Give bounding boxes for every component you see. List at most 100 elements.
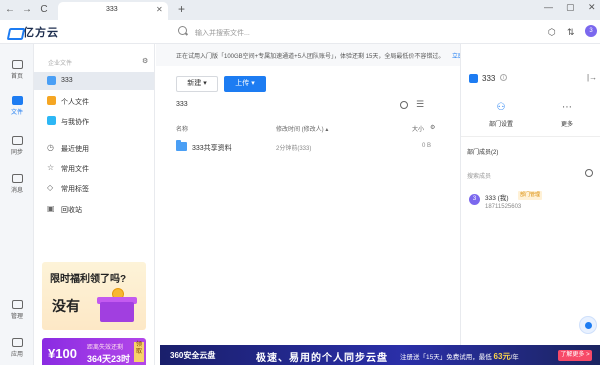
sidebar-section-title: 企业文件 (48, 61, 73, 67)
column-size[interactable]: 大小 (412, 124, 424, 133)
more-button[interactable]: ⋯ 更多 (547, 102, 587, 128)
avatar[interactable]: 3 (585, 25, 597, 37)
promo-banner[interactable]: 限时福利领了吗? 没有 (42, 262, 146, 330)
minimize-icon[interactable]: — (544, 2, 553, 12)
personal-folder-icon (47, 96, 56, 105)
org-settings-icon[interactable]: ⚙ (142, 57, 148, 65)
sidebar-item-recent[interactable]: ◷ 最近使用 (34, 139, 154, 157)
sidebar-item-shared[interactable]: 与我协作 (34, 112, 154, 130)
sidebar-item-333[interactable]: 333 (34, 72, 154, 90)
column-modified[interactable]: 修改时间 (修改人) ▴ (276, 124, 328, 133)
sidebar-item-personal[interactable]: 个人文件 (34, 92, 154, 110)
action-label: 部门设置 (488, 122, 513, 128)
promo-headline: 没有 (52, 298, 80, 314)
rail-item-sync[interactable]: 同步 (0, 136, 34, 156)
member-name: 333 (我) (485, 195, 509, 202)
app-logo[interactable]: 亿方云 (8, 25, 59, 39)
tab-title: 333 (106, 6, 118, 13)
ad-offer-text: 注册送「15天」免费试用，最低 (400, 354, 492, 361)
member-search-input[interactable]: 搜索成员 (467, 171, 491, 180)
rail-label: 应用 (10, 352, 23, 358)
coupon-expiry-label: 距离失效还剩 (87, 345, 124, 351)
people-icon: ⚇ (496, 102, 506, 113)
file-size: 0 B (422, 143, 432, 149)
new-button[interactable]: 新建 ▾ (176, 76, 218, 92)
app-header: 亿方云 输入并搜索文件... ⬡ ⇅ 3 (0, 20, 600, 44)
coupon-banner[interactable]: ¥100 距离失效还剩 364天23时 领取 (42, 338, 146, 365)
clock-icon: ◷ (47, 143, 54, 152)
ad-banner[interactable]: 360安全云盘 极速、易用的个人同步云盘 注册送「15天」免费试用，最低 63元… (160, 345, 600, 365)
rail-label: 同步 (10, 150, 23, 156)
sidebar-item-label: 常用标签 (61, 186, 89, 193)
ad-offer-unit: /年 (510, 354, 519, 361)
trash-icon: ▣ (47, 204, 55, 213)
logo-icon (8, 26, 20, 38)
team-icon (469, 74, 478, 83)
message-icon (11, 174, 23, 183)
action-label: 更多 (560, 122, 573, 128)
members-heading: 部门成员(2) (467, 150, 499, 156)
trial-notice: 正在试用入门版「100GB空间+专属加速通道+5人团队账号」，体验还剩 15天，… (156, 44, 481, 66)
apps-icon (11, 338, 23, 347)
search-icon (178, 26, 187, 35)
info-icon[interactable]: i (500, 74, 507, 81)
transfer-icon[interactable]: ⬡ (548, 27, 556, 38)
star-icon: ☆ (47, 163, 55, 172)
folder-icon (11, 96, 23, 105)
file-name[interactable]: 333共享资料 (192, 143, 232, 153)
file-modified: 2分钟前(333) (276, 146, 312, 152)
sort-icon[interactable]: ⇅ (567, 27, 575, 38)
rail-label: 文件 (10, 110, 23, 116)
detail-panel: 333 i |→ ⚇ 部门设置 ⋯ 更多 部门成员(2) 搜索成员 3 333 … (460, 44, 600, 365)
dept-settings-button[interactable]: ⚇ 部门设置 (481, 102, 521, 128)
shared-folder-icon (47, 116, 56, 125)
collapse-panel-icon[interactable]: |→ (587, 73, 597, 82)
close-window-icon[interactable]: ✕ (588, 2, 596, 13)
ad-offer: 注册送「15天」免费试用，最低 63元/年 (400, 351, 519, 362)
coupon-price: ¥100 (48, 346, 77, 361)
sidebar-item-trash[interactable]: ▣ 回收站 (34, 200, 154, 218)
rail-item-files[interactable]: 文件 (0, 96, 34, 116)
app-name: 亿方云 (23, 27, 59, 39)
rail-item-messages[interactable]: 消息 (0, 174, 34, 194)
gift-icon (94, 288, 138, 324)
member-role-badge: 部门管理 (518, 191, 543, 200)
coupon-claim-button[interactable]: 领取 (134, 342, 144, 362)
upload-button[interactable]: 上传 ▾ (224, 76, 266, 92)
admin-icon (11, 300, 23, 309)
column-settings-icon[interactable]: ⚙ (430, 124, 435, 131)
sidebar-item-favorites[interactable]: ☆ 常用文件 (34, 159, 154, 177)
table-row[interactable]: 333共享资料 2分钟前(333) 0 B (156, 138, 460, 156)
member-phone: 18711525603 (485, 204, 522, 210)
assistant-icon[interactable] (579, 316, 597, 334)
breadcrumb[interactable]: 333 (176, 101, 188, 108)
list-view-icon[interactable]: ☰ (416, 99, 424, 110)
panel-title: 333 (482, 74, 496, 83)
browser-tab[interactable]: 333 ✕ (58, 2, 168, 20)
trial-notice-text: 正在试用入门版「100GB空间+专属加速通道+5人团队账号」，体验还剩 15天，… (176, 51, 481, 60)
sidebar-item-tags[interactable]: ◇ 常用标签 (34, 179, 154, 197)
search-icon[interactable] (585, 169, 593, 177)
sidebar-item-label: 与我协作 (61, 119, 89, 126)
back-icon[interactable]: ← (3, 3, 17, 17)
new-tab-icon[interactable]: + (178, 2, 185, 16)
rail-item-admin[interactable]: 管理 (0, 300, 34, 320)
sidebar-item-label: 常用文件 (61, 166, 89, 173)
tab-close-icon[interactable]: ✕ (156, 5, 163, 14)
more-icon: ⋯ (562, 102, 572, 113)
sidebar-item-label: 最近使用 (61, 146, 89, 153)
refresh-icon[interactable]: C (37, 3, 51, 17)
search-input[interactable]: 输入并搜索文件... (195, 28, 250, 38)
search-icon[interactable] (400, 101, 408, 109)
ad-logo: 360安全云盘 (170, 351, 216, 360)
coupon-countdown: 364天23时 (87, 354, 131, 364)
folder-icon (176, 140, 187, 151)
maximize-icon[interactable]: ▢ (566, 2, 575, 13)
sidebar-item-label: 回收站 (61, 207, 82, 214)
column-name[interactable]: 名称 (176, 124, 188, 133)
ad-learn-more-button[interactable]: 了解更多 > (558, 350, 592, 361)
forward-icon[interactable]: → (20, 3, 34, 17)
rail-item-apps[interactable]: 应用 (0, 338, 34, 358)
rail-item-home[interactable]: 首页 (0, 60, 34, 80)
ad-price: 63元 (493, 352, 511, 361)
